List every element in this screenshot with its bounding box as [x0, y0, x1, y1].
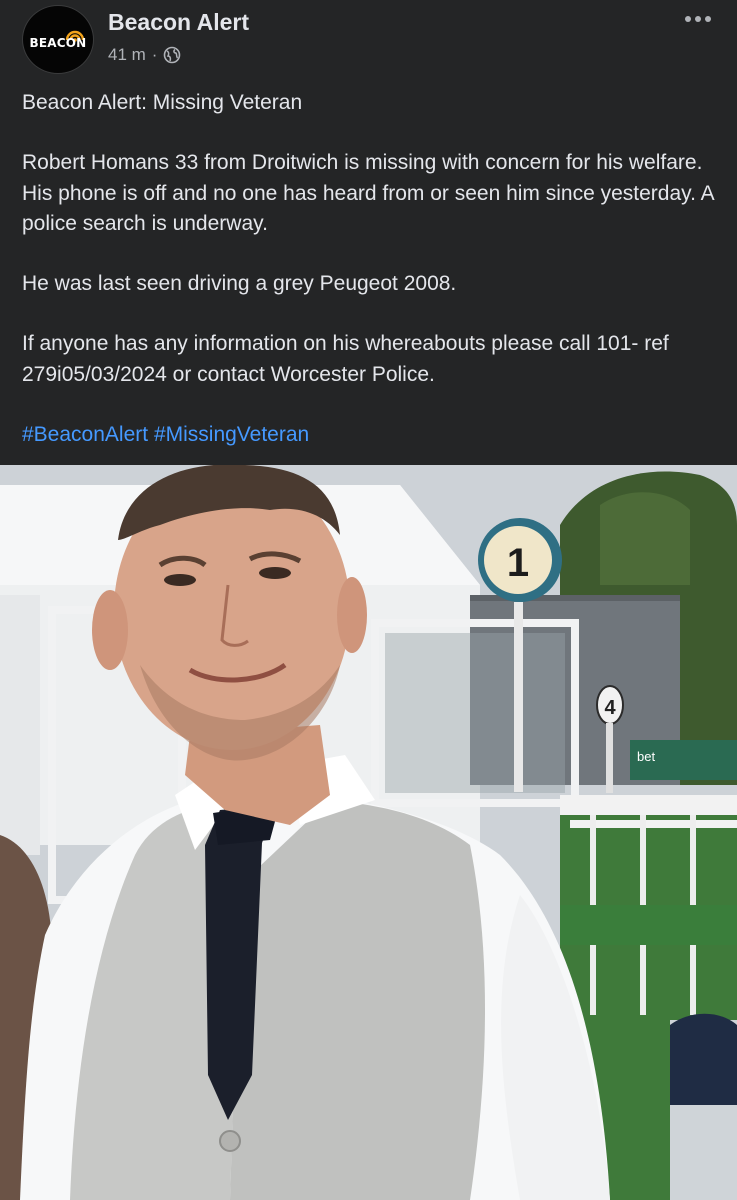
sign-number-small: 4 — [604, 697, 616, 719]
post-header: BEACON Beacon Alert 41 m · — [0, 0, 737, 80]
globe-icon — [164, 46, 181, 64]
photo-illustration: 1 4 bet — [0, 465, 737, 1200]
hashtag-link[interactable]: #MissingVeteran — [154, 423, 309, 446]
post-paragraph-2: He was last seen driving a grey Peugeot … — [22, 272, 457, 295]
sign-number-large: 1 — [507, 541, 529, 585]
post-timestamp[interactable]: 41 m — [108, 45, 146, 65]
more-horizontal-icon[interactable] — [680, 6, 716, 32]
avatar-logo-text: BEACON — [29, 35, 87, 50]
page-name-link[interactable]: Beacon Alert — [108, 9, 249, 36]
meta-separator: · — [151, 45, 158, 64]
post-paragraph-1: Robert Homans 33 from Droitwich is missi… — [22, 151, 714, 235]
post-paragraph-3: If anyone has any information on his whe… — [22, 332, 669, 386]
hashtags: #BeaconAlert #MissingVeteran — [22, 420, 309, 451]
page-avatar[interactable]: BEACON — [22, 5, 94, 74]
hashtag-link[interactable]: #BeaconAlert — [22, 423, 148, 446]
banner-text: bet — [637, 749, 655, 764]
post-meta: 41 m · — [108, 45, 181, 65]
post-photo[interactable]: 1 4 bet — [0, 465, 737, 1200]
post-title: Beacon Alert: Missing Veteran — [22, 91, 303, 114]
